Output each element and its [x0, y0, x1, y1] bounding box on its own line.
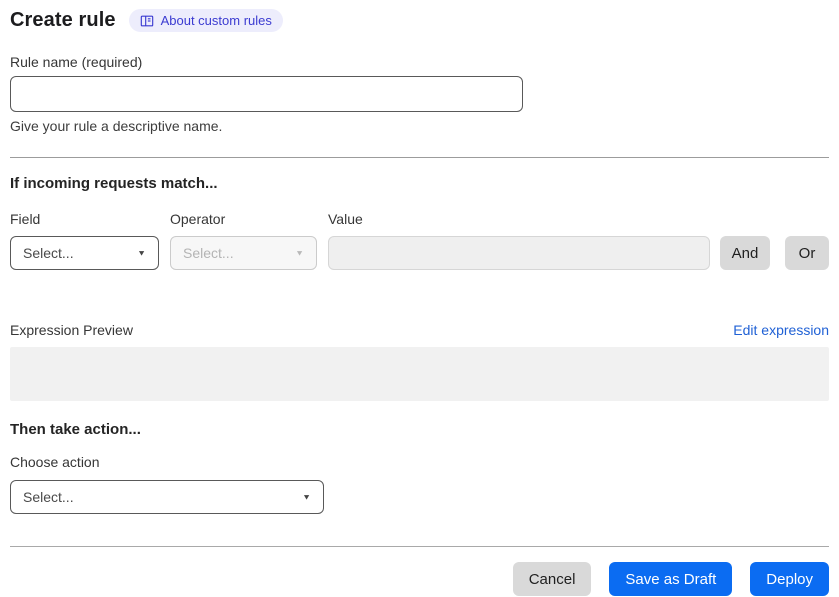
about-custom-rules-badge[interactable]: About custom rules: [128, 9, 283, 32]
choose-action-select[interactable]: Select... ▼: [10, 480, 324, 514]
cancel-button[interactable]: Cancel: [512, 562, 592, 596]
book-icon: [140, 14, 154, 28]
badge-label: About custom rules: [160, 13, 272, 28]
value-input: [328, 236, 710, 270]
value-label: Value: [328, 211, 363, 227]
operator-select-value: Select...: [183, 245, 234, 261]
match-section-heading: If incoming requests match...: [10, 175, 218, 192]
create-rule-form: Create rule About custom rules Rule name…: [0, 0, 839, 596]
edit-expression-link[interactable]: Edit expression: [733, 322, 829, 338]
header: Create rule About custom rules: [10, 9, 829, 32]
match-controls-row: Select... ▼ Select... ▼ And Or: [10, 236, 829, 270]
deploy-button[interactable]: Deploy: [750, 562, 829, 596]
operator-label: Operator: [170, 211, 226, 227]
choose-action-value: Select...: [23, 489, 74, 505]
expression-preview-box: [10, 347, 829, 401]
field-select-value: Select...: [23, 245, 74, 261]
action-section-heading: Then take action...: [10, 421, 141, 438]
footer-divider: [10, 546, 829, 547]
field-select[interactable]: Select... ▼: [10, 236, 159, 270]
field-label: Field: [10, 211, 41, 227]
or-button[interactable]: Or: [785, 236, 829, 270]
section-divider: [10, 157, 829, 158]
chevron-down-icon: ▼: [295, 248, 304, 258]
expression-preview-header: Expression Preview Edit expression: [10, 322, 829, 338]
and-button[interactable]: And: [720, 236, 770, 270]
chevron-down-icon: ▼: [302, 492, 311, 502]
save-as-draft-button[interactable]: Save as Draft: [609, 562, 733, 596]
chevron-down-icon: ▼: [137, 248, 146, 258]
operator-select: Select... ▼: [170, 236, 317, 270]
rule-name-helper: Give your rule a descriptive name.: [10, 118, 223, 134]
footer-actions: Cancel Save as Draft Deploy: [10, 562, 829, 596]
rule-name-label: Rule name (required): [10, 54, 143, 70]
rule-name-input[interactable]: [10, 76, 523, 112]
match-column-labels: Field Operator Value: [10, 211, 829, 227]
choose-action-label: Choose action: [10, 454, 100, 470]
page-title: Create rule: [10, 9, 116, 31]
expression-preview-label: Expression Preview: [10, 322, 133, 338]
